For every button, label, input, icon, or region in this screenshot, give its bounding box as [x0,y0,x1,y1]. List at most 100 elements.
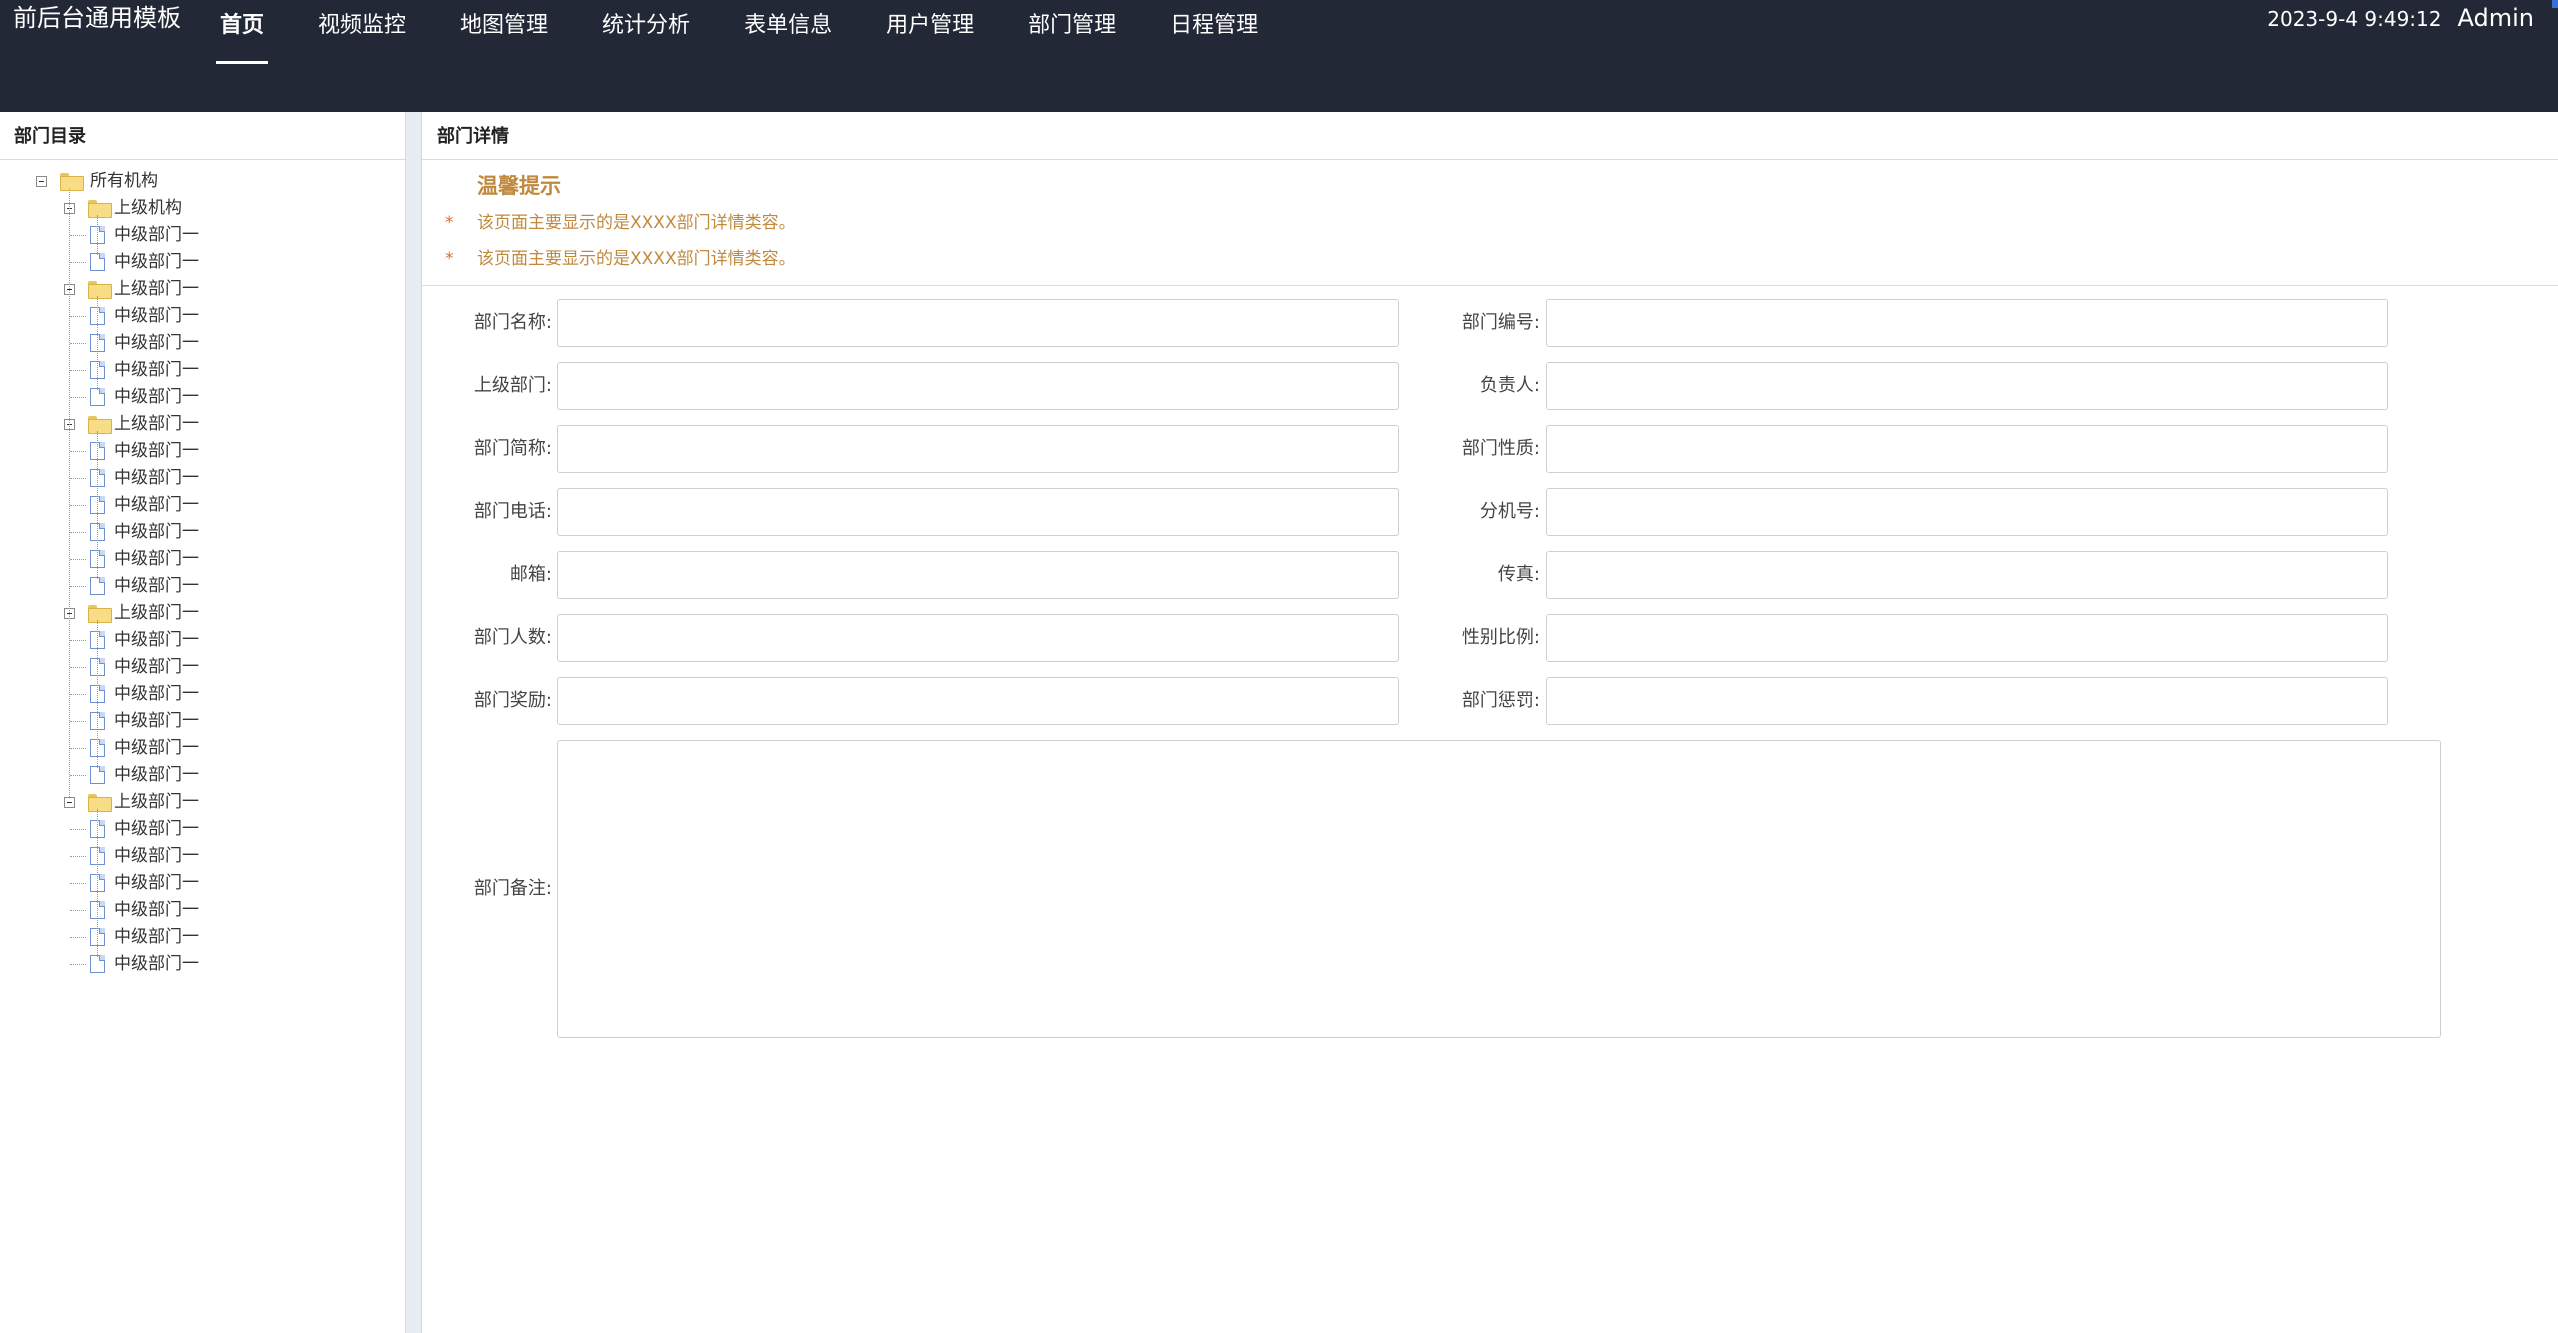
tree-leaf[interactable]: 中级部门一 [0,546,405,573]
tree-leaf[interactable]: 中级部门一 [0,816,405,843]
nav-item-2[interactable]: 地图管理 [452,0,556,60]
field-input[interactable] [557,425,1399,473]
nav-item-6[interactable]: 部门管理 [1020,0,1124,60]
main-panel: 部门详情 温馨提示 * 该页面主要显示的是XXXX部门详情类容。 * 该页面主要显示… [422,112,2558,1333]
tree-connector [97,620,98,768]
main-title: 部门详情 [422,112,2558,160]
tree-leaf[interactable]: 中级部门一 [0,708,405,735]
field-input[interactable] [557,299,1399,347]
star-icon: * [445,213,454,233]
tree-connector [70,397,86,398]
tree-label: 中级部门一 [114,738,199,758]
nav-item-1[interactable]: 视频监控 [310,0,414,60]
tree-label: 所有机构 [90,171,158,191]
tree-leaf[interactable]: 中级部门一 [0,654,405,681]
tree-label: 中级部门一 [114,657,199,677]
nav-item-3[interactable]: 统计分析 [594,0,698,60]
document-icon [90,766,105,784]
tree-label: 中级部门一 [114,711,199,731]
field-input[interactable] [1546,299,2388,347]
document-icon [90,577,105,595]
tree-connector [97,296,98,390]
field-label: 邮箱: [509,564,552,585]
tree-connector [70,505,86,506]
tree-leaf[interactable]: 中级部门一 [0,519,405,546]
tree-label: 中级部门一 [114,927,199,947]
main-nav: 首页 视频监控 地图管理 统计分析 表单信息 用户管理 部门管理 日程管理 [212,0,1304,64]
tree-root[interactable]: 所有机构 [0,168,405,195]
tree-label: 中级部门一 [114,225,199,245]
tree-leaf[interactable]: 中级部门一 [0,951,405,978]
remark-textarea[interactable] [557,740,2441,1038]
tree-connector [97,215,98,255]
splitter[interactable] [406,112,422,1333]
tree-leaf[interactable]: 中级部门一 [0,762,405,789]
nav-item-5[interactable]: 用户管理 [878,0,982,60]
tree-leaf[interactable]: 中级部门一 [0,573,405,600]
field-input[interactable] [1546,425,2388,473]
tree-leaf[interactable]: 中级部门一 [0,249,405,276]
clock: 2023-9-4 9:49:12 [2267,7,2442,31]
tree-label: 上级机构 [114,198,182,218]
tree-leaf[interactable]: 中级部门一 [0,330,405,357]
collapse-toggle-icon[interactable] [36,176,47,187]
field-input[interactable] [557,614,1399,662]
field-input[interactable] [557,488,1399,536]
tree-group-0[interactable]: 上级机构 [0,195,405,222]
tree-connector [70,910,86,911]
field-label: 部门名称: [473,312,552,333]
tree-leaf[interactable]: 中级部门一 [0,465,405,492]
tree-label: 上级部门一 [114,279,199,299]
nav-item-7[interactable]: 日程管理 [1162,0,1266,60]
tree-label: 上级部门一 [114,792,199,812]
tree-group-1[interactable]: 上级部门一 [0,276,405,303]
tree-leaf[interactable]: 中级部门一 [0,627,405,654]
collapse-toggle-icon[interactable] [64,797,75,808]
document-icon [90,955,105,973]
tree-leaf[interactable]: 中级部门一 [0,924,405,951]
field-input[interactable] [1546,614,2388,662]
field-input[interactable] [1546,677,2388,725]
tree-leaf[interactable]: 中级部门一 [0,357,405,384]
tree-leaf[interactable]: 中级部门一 [0,681,405,708]
tree-label: 中级部门一 [114,576,199,596]
user-name[interactable]: Admin [2458,4,2535,32]
tree-group-2[interactable]: 上级部门一 [0,411,405,438]
tree-leaf[interactable]: 中级部门一 [0,870,405,897]
tree-label: 中级部门一 [114,333,199,353]
field-label: 部门奖励: [473,690,552,711]
tree-connector [70,964,86,965]
field-label: 上级部门: [473,375,552,396]
field-input[interactable] [1546,551,2388,599]
tree-leaf[interactable]: 中级部门一 [0,222,405,249]
tree-connector [70,748,86,749]
department-tree: 所有机构 上级机构 中级部门一 中级部门一 上级部门一 中级部门一 中级部门一 中级部门一 中级… [0,160,405,978]
field-input[interactable] [557,677,1399,725]
tree-group-3[interactable]: 上级部门一 [0,600,405,627]
field-input[interactable] [557,362,1399,410]
tree-connector [97,431,98,579]
tip-text: 该页面主要显示的是XXXX部门详情类容。 [477,249,796,269]
tree-leaf[interactable]: 中级部门一 [0,897,405,924]
tree-leaf[interactable]: 中级部门一 [0,843,405,870]
tree-leaf[interactable]: 中级部门一 [0,303,405,330]
field-input[interactable] [1546,362,2388,410]
field-input[interactable] [557,551,1399,599]
folder-icon [88,416,112,434]
tip-item: * 该页面主要显示的是XXXX部门详情类容。 [445,208,796,233]
field-input[interactable] [1546,488,2388,536]
nav-item-4[interactable]: 表单信息 [736,0,840,60]
tree-connector [70,856,86,857]
nav-item-0[interactable]: 首页 [212,0,272,64]
tree-leaf[interactable]: 中级部门一 [0,492,405,519]
brand-title: 前后台通用模板 [13,4,181,32]
tree-leaf[interactable]: 中级部门一 [0,735,405,762]
tree-group-4[interactable]: 上级部门一 [0,789,405,816]
folder-icon [60,173,84,191]
tree-leaf[interactable]: 中级部门一 [0,438,405,465]
field-label: 部门惩罚: [1461,690,1540,711]
sidebar-title: 部门目录 [0,112,405,160]
field-label: 分机号: [1479,501,1540,522]
tree-leaf[interactable]: 中级部门一 [0,384,405,411]
tree-label: 中级部门一 [114,954,199,974]
